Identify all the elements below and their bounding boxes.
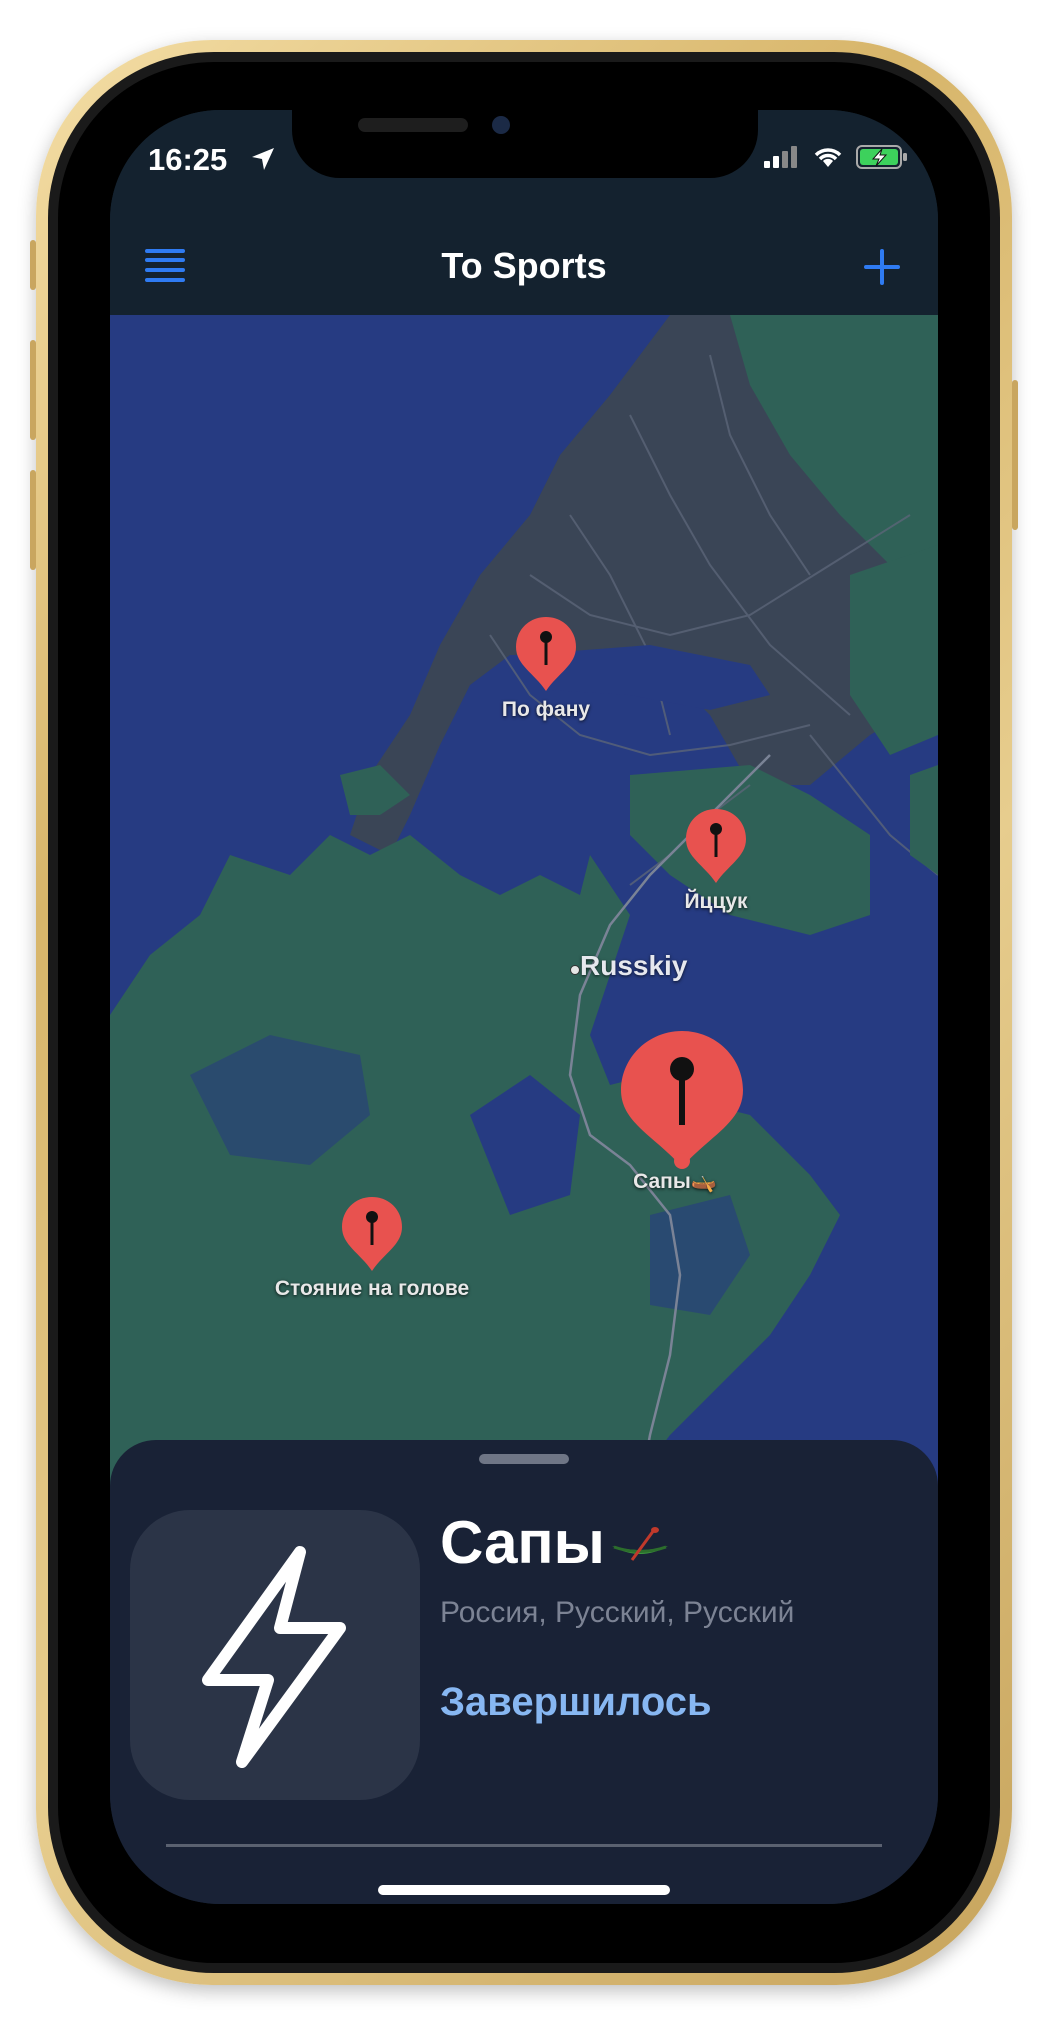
volume-down-button bbox=[30, 470, 36, 570]
power-button bbox=[1012, 380, 1018, 530]
sheet-grabber[interactable] bbox=[479, 1454, 569, 1464]
city-label: Russkiy bbox=[580, 950, 688, 981]
map-view[interactable]: Russkiy По фану Йццук Сапы🛶 Стояние на г… bbox=[110, 315, 938, 1545]
pin-label: Йццук bbox=[684, 890, 748, 913]
lightning-bolt-icon bbox=[202, 1546, 346, 1768]
battery-charging-icon bbox=[856, 145, 907, 169]
map-canvas bbox=[110, 315, 938, 1545]
status-bar: 16:25 bbox=[110, 110, 938, 205]
event-thumbnail bbox=[130, 1510, 420, 1800]
pin-label: Стояние на голове bbox=[274, 1277, 470, 1300]
wifi-icon bbox=[814, 148, 842, 167]
plus-icon bbox=[864, 249, 900, 285]
pin-label: По фану bbox=[501, 698, 591, 721]
map-pin-icon bbox=[516, 617, 576, 691]
signal-icon bbox=[764, 146, 797, 168]
add-button[interactable] bbox=[860, 245, 904, 289]
mute-switch bbox=[30, 240, 36, 290]
status-icons bbox=[764, 144, 908, 170]
event-location: Россия, Русский, Русский bbox=[440, 1596, 795, 1629]
map-pin-icon bbox=[621, 1031, 743, 1169]
map-pin-icon bbox=[342, 1197, 402, 1271]
canoe-icon bbox=[612, 1527, 668, 1561]
home-indicator[interactable] bbox=[378, 1885, 670, 1895]
map-pin-icon bbox=[686, 809, 746, 883]
nav-bar: To Sports bbox=[110, 205, 938, 315]
divider bbox=[166, 1844, 882, 1847]
location-arrow-icon bbox=[252, 148, 274, 170]
event-status: Завершилось bbox=[440, 1680, 712, 1724]
pin-label: Сапы🛶 bbox=[633, 1170, 717, 1193]
status-time: 16:25 bbox=[148, 142, 228, 177]
page-title: To Sports bbox=[441, 245, 607, 286]
event-title: Сапы bbox=[440, 1509, 605, 1576]
city-dot bbox=[570, 965, 580, 975]
phone-screen: Russkiy По фану Йццук Сапы🛶 Стояние на г… bbox=[110, 110, 938, 1904]
event-bottom-sheet[interactable]: Сапы Россия, Русский, Русский Завершилос… bbox=[110, 1440, 938, 1904]
earpiece-speaker bbox=[358, 118, 468, 132]
front-camera bbox=[492, 116, 510, 134]
volume-up-button bbox=[30, 340, 36, 440]
